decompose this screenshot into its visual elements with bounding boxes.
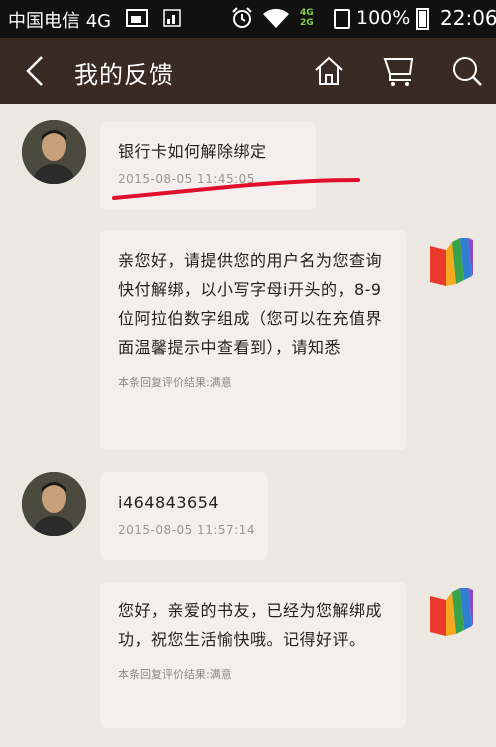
title-bar: 我的反馈 — [0, 38, 496, 104]
chevron-left-icon — [26, 56, 43, 86]
message-text: 您好，亲爱的书友，已经为您解绑成功，祝您生活愉快哦。记得好评。 — [118, 601, 383, 649]
service-logo-icon — [426, 236, 474, 288]
network-type-icon: 4G 2G — [300, 8, 314, 28]
search-icon — [453, 57, 482, 86]
alarm-icon — [230, 6, 254, 36]
wifi-icon — [262, 8, 290, 34]
home-button[interactable] — [312, 54, 346, 88]
image-notification-icon — [126, 9, 148, 27]
user-avatar — [22, 472, 86, 536]
user-avatar — [22, 120, 86, 184]
cart-icon — [383, 58, 414, 86]
message-text: 银行卡如何解除绑定 — [118, 142, 267, 161]
battery-icon — [416, 8, 429, 30]
clock: 22:06 — [440, 6, 496, 30]
cart-button[interactable] — [382, 54, 416, 88]
reply-rating: 本条回复评价结果:满意 — [118, 668, 232, 681]
chat-bubble-service: 亲您好，请提供您的用户名为您查询快付解绑，以小写字母i开头的，8-9位阿拉伯数字… — [100, 230, 406, 450]
message-text: i464843654 — [118, 493, 220, 512]
chat-bubble-user: i464843654 2015-08-05 11:57:14 — [100, 472, 268, 560]
home-icon — [315, 56, 343, 85]
back-button[interactable] — [22, 54, 52, 88]
status-bar: 中国电信 4G 4G 2G 100% 22:06 — [0, 0, 496, 38]
sim-card-icon — [334, 9, 350, 29]
service-logo-icon — [426, 586, 474, 638]
reply-rating: 本条回复评价结果:满意 — [118, 376, 232, 389]
chat-bubble-user: 银行卡如何解除绑定 2015-08-05 11:45:05 — [100, 122, 316, 210]
search-button[interactable] — [450, 54, 484, 88]
message-timestamp: 2015-08-05 11:57:14 — [118, 523, 255, 537]
chat-bubble-service: 您好，亲爱的书友，已经为您解绑成功，祝您生活愉快哦。记得好评。 本条回复评价结果… — [100, 582, 406, 728]
page-title: 我的反馈 — [74, 61, 174, 89]
wifi-hotspot-icon — [163, 9, 181, 27]
carrier-label: 中国电信 4G — [8, 11, 112, 32]
message-text: 亲您好，请提供您的用户名为您查询快付解绑，以小写字母i开头的，8-9位阿拉伯数字… — [118, 251, 383, 357]
message-timestamp: 2015-08-05 11:45:05 — [118, 172, 255, 186]
battery-percent: 100% — [356, 7, 411, 29]
